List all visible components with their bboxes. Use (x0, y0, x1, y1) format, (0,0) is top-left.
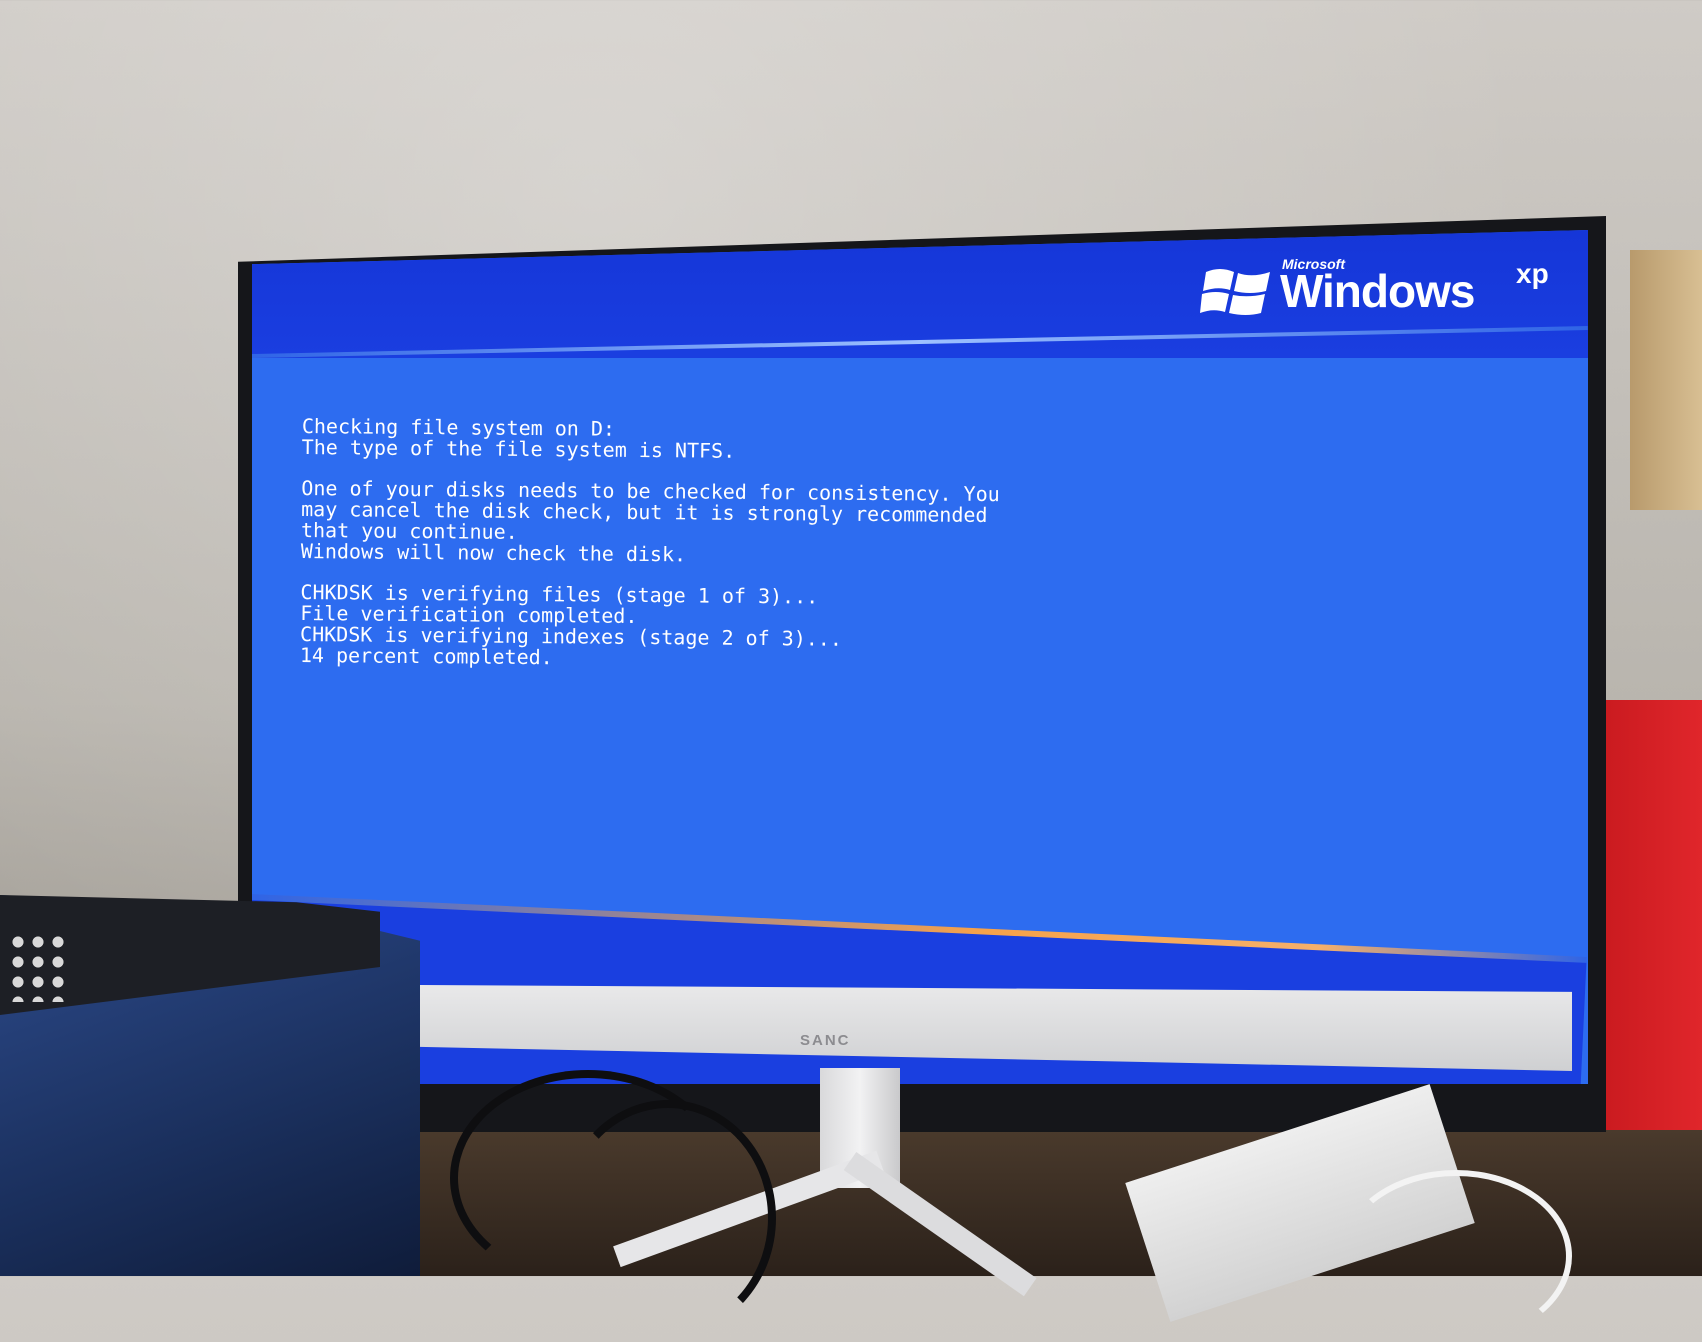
windows-xp-logo: Microsoft Windows xp (1200, 250, 1580, 330)
chkdsk-console-text: Checking file system on D: The type of th… (300, 414, 1302, 675)
monitor-screen: Microsoft Windows xp Checking file syste… (252, 230, 1588, 1084)
shelf-box (1630, 250, 1702, 510)
xp-wordmark: xp (1516, 258, 1549, 289)
monitor-brand-label: SANC (800, 1032, 851, 1049)
cable (560, 1100, 776, 1336)
white-cable (1340, 1170, 1572, 1342)
windows-flag-icon (1200, 269, 1270, 315)
pc-vent-grille (8, 932, 68, 1002)
windows-wordmark: Windows (1280, 265, 1475, 317)
